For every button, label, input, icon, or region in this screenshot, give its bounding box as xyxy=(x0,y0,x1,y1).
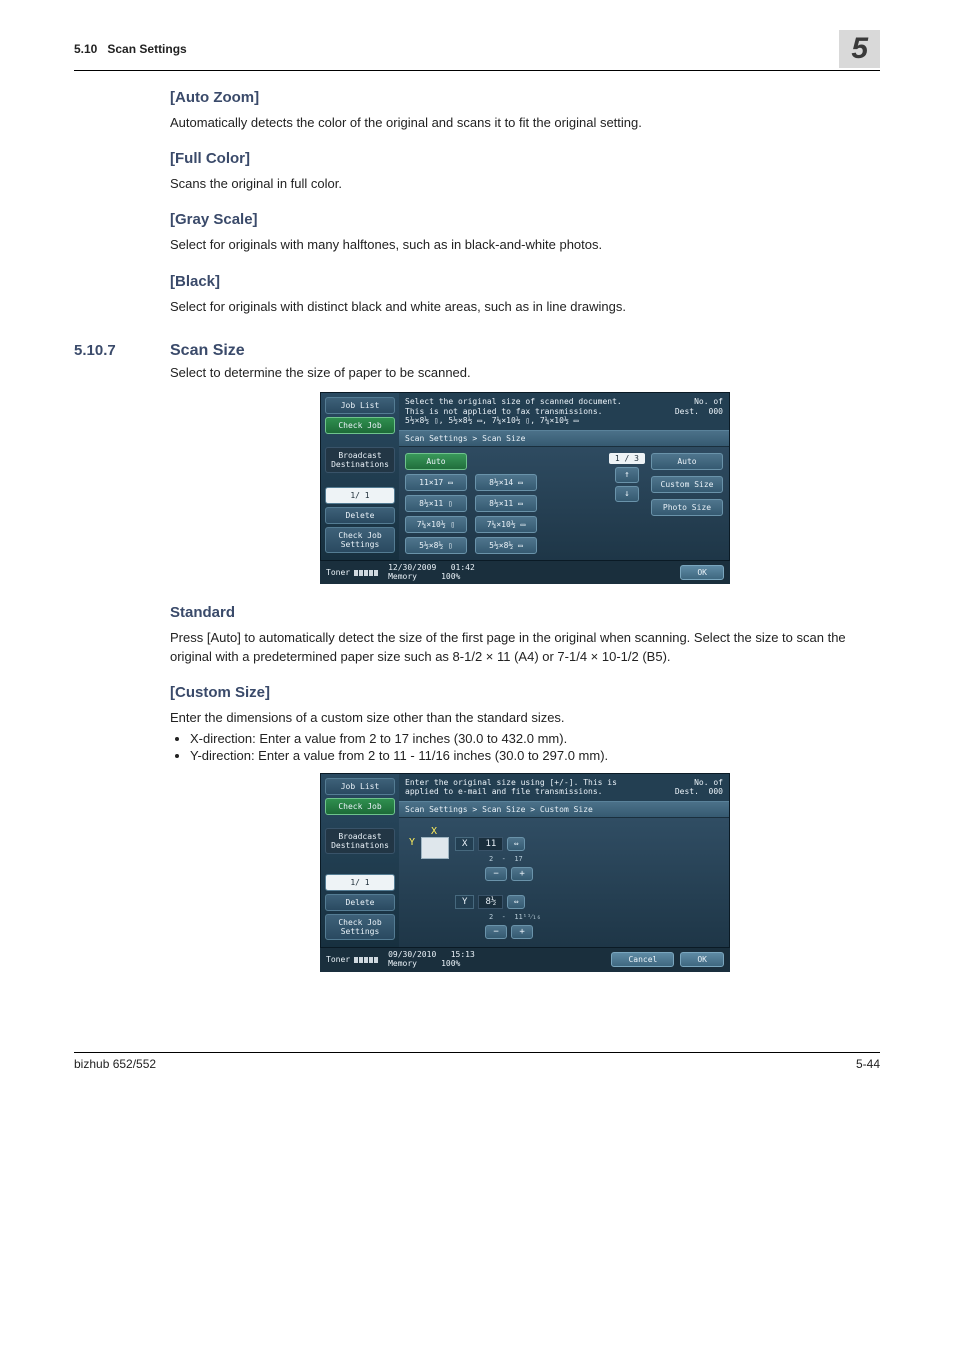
page-up-button[interactable]: ↑ xyxy=(615,467,639,483)
swap-icon[interactable]: ⇔ xyxy=(507,895,525,909)
dest-count: 000 xyxy=(709,787,723,796)
breadcrumb: Scan Settings > Scan Size > Custom Size xyxy=(399,801,729,818)
size-button[interactable]: 7¼×10½ ▯ xyxy=(405,516,467,533)
size-button[interactable]: 8½×11 ▭ xyxy=(475,495,537,512)
bullet-y: Y-direction: Enter a value from 2 to 11 … xyxy=(190,748,880,763)
y-minus-button[interactable]: − xyxy=(485,925,507,939)
bullet-x: X-direction: Enter a value from 2 to 17 … xyxy=(190,731,880,746)
x-plus-button[interactable]: + xyxy=(511,867,533,881)
check-job-button[interactable]: Check Job xyxy=(325,798,395,815)
page-indicator: 1 / 3 xyxy=(609,453,645,464)
size-button[interactable]: 8½×11 ▯ xyxy=(405,495,467,512)
toner-level-icon xyxy=(354,957,378,963)
memory-value: 100% xyxy=(441,572,460,581)
section-title: Scan Settings xyxy=(107,42,186,56)
text-scan-size: Select to determine the size of paper to… xyxy=(170,364,880,382)
memory-value: 100% xyxy=(441,959,460,968)
footer-model: bizhub 652/552 xyxy=(74,1057,156,1071)
memory-label: Memory xyxy=(388,959,417,968)
y-field-label: Y xyxy=(455,895,474,909)
axis-x-label: X xyxy=(431,826,719,837)
text-full-color: Scans the original in full color. xyxy=(170,175,880,193)
heading-standard: Standard xyxy=(170,604,880,621)
x-minus-button[interactable]: − xyxy=(485,867,507,881)
subsection-title: Scan Size xyxy=(170,342,245,360)
check-job-settings-button[interactable]: Check Job Settings xyxy=(325,914,395,940)
dest-count: 000 xyxy=(709,407,723,416)
page-header: 5.10 Scan Settings 5 xyxy=(74,30,880,71)
memory-label: Memory xyxy=(388,572,417,581)
page-down-button[interactable]: ↓ xyxy=(615,486,639,502)
panel-message-icons: 5½×8½ ▯, 5½×8½ ▭, 7¼×10½ ▯, 7¼×10½ ▭ xyxy=(405,416,622,426)
text-custom-size: Enter the dimensions of a custom size ot… xyxy=(170,709,880,727)
status-date: 12/30/2009 xyxy=(388,563,436,572)
custom-size-bullets: X-direction: Enter a value from 2 to 17 … xyxy=(170,731,880,763)
cancel-button[interactable]: Cancel xyxy=(611,952,674,967)
side-auto-button[interactable]: Auto xyxy=(651,453,723,470)
size-button[interactable]: 8½×14 ▭ xyxy=(475,474,537,491)
text-black: Select for originals with distinct black… xyxy=(170,298,880,316)
size-button[interactable]: 7¼×10½ ▭ xyxy=(475,516,537,533)
status-time: 01:42 xyxy=(451,563,475,572)
y-plus-button[interactable]: + xyxy=(511,925,533,939)
toner-label: Toner xyxy=(326,955,350,964)
screenshot-scan-size-panel: Job List Check Job Broadcast Destination… xyxy=(320,392,730,584)
photo-size-button[interactable]: Photo Size xyxy=(651,499,723,516)
subsection-number: 5.10.7 xyxy=(74,342,170,359)
custom-size-button[interactable]: Custom Size xyxy=(651,476,723,493)
check-job-settings-button[interactable]: Check Job Settings xyxy=(325,527,395,553)
status-time: 15:13 xyxy=(451,950,475,959)
text-gray-scale: Select for originals with many halftones… xyxy=(170,236,880,254)
footer-page: 5-44 xyxy=(856,1057,880,1071)
chapter-number: 5 xyxy=(839,30,880,68)
delete-button[interactable]: Delete xyxy=(325,507,395,524)
status-date: 09/30/2010 xyxy=(388,950,436,959)
job-list-button[interactable]: Job List xyxy=(325,397,395,414)
panel-message: Enter the original size using [+/-]. Thi… xyxy=(405,778,617,797)
ok-button[interactable]: OK xyxy=(680,565,724,580)
screenshot-custom-size-panel: Job List Check Job Broadcast Destination… xyxy=(320,773,730,972)
text-standard: Press [Auto] to automatically detect the… xyxy=(170,629,880,665)
check-job-button[interactable]: Check Job xyxy=(325,417,395,434)
page-footer: bizhub 652/552 5-44 xyxy=(74,1052,880,1071)
heading-gray-scale: [Gray Scale] xyxy=(170,211,880,228)
size-preview-icon xyxy=(421,837,449,859)
size-auto-button[interactable]: Auto xyxy=(405,453,467,470)
swap-icon[interactable]: ⇔ xyxy=(507,837,525,851)
job-list-button[interactable]: Job List xyxy=(325,778,395,795)
heading-custom-size: [Custom Size] xyxy=(170,684,880,701)
heading-full-color: [Full Color] xyxy=(170,150,880,167)
breadcrumb: Scan Settings > Scan Size xyxy=(399,430,729,447)
y-value: 8½ xyxy=(478,895,503,909)
toner-label: Toner xyxy=(326,568,350,577)
size-button[interactable]: 11×17 ▭ xyxy=(405,474,467,491)
x-value: 11 xyxy=(478,837,503,851)
section-number: 5.10 xyxy=(74,42,97,56)
panel-message: Select the original size of scanned docu… xyxy=(405,397,622,416)
heading-auto-zoom: [Auto Zoom] xyxy=(170,89,880,106)
broadcast-destinations-label: Broadcast Destinations xyxy=(325,447,395,473)
left-pager: 1/ 1 xyxy=(325,874,395,891)
axis-y-label: Y xyxy=(409,837,415,848)
size-button[interactable]: 5½×8½ ▯ xyxy=(405,537,467,554)
heading-black: [Black] xyxy=(170,273,880,290)
broadcast-destinations-label: Broadcast Destinations xyxy=(325,828,395,854)
toner-level-icon xyxy=(354,570,378,576)
text-auto-zoom: Automatically detects the color of the o… xyxy=(170,114,880,132)
size-button[interactable]: 5½×8½ ▭ xyxy=(475,537,537,554)
delete-button[interactable]: Delete xyxy=(325,894,395,911)
x-field-label: X xyxy=(455,837,474,851)
ok-button[interactable]: OK xyxy=(680,952,724,967)
left-pager: 1/ 1 xyxy=(325,487,395,504)
